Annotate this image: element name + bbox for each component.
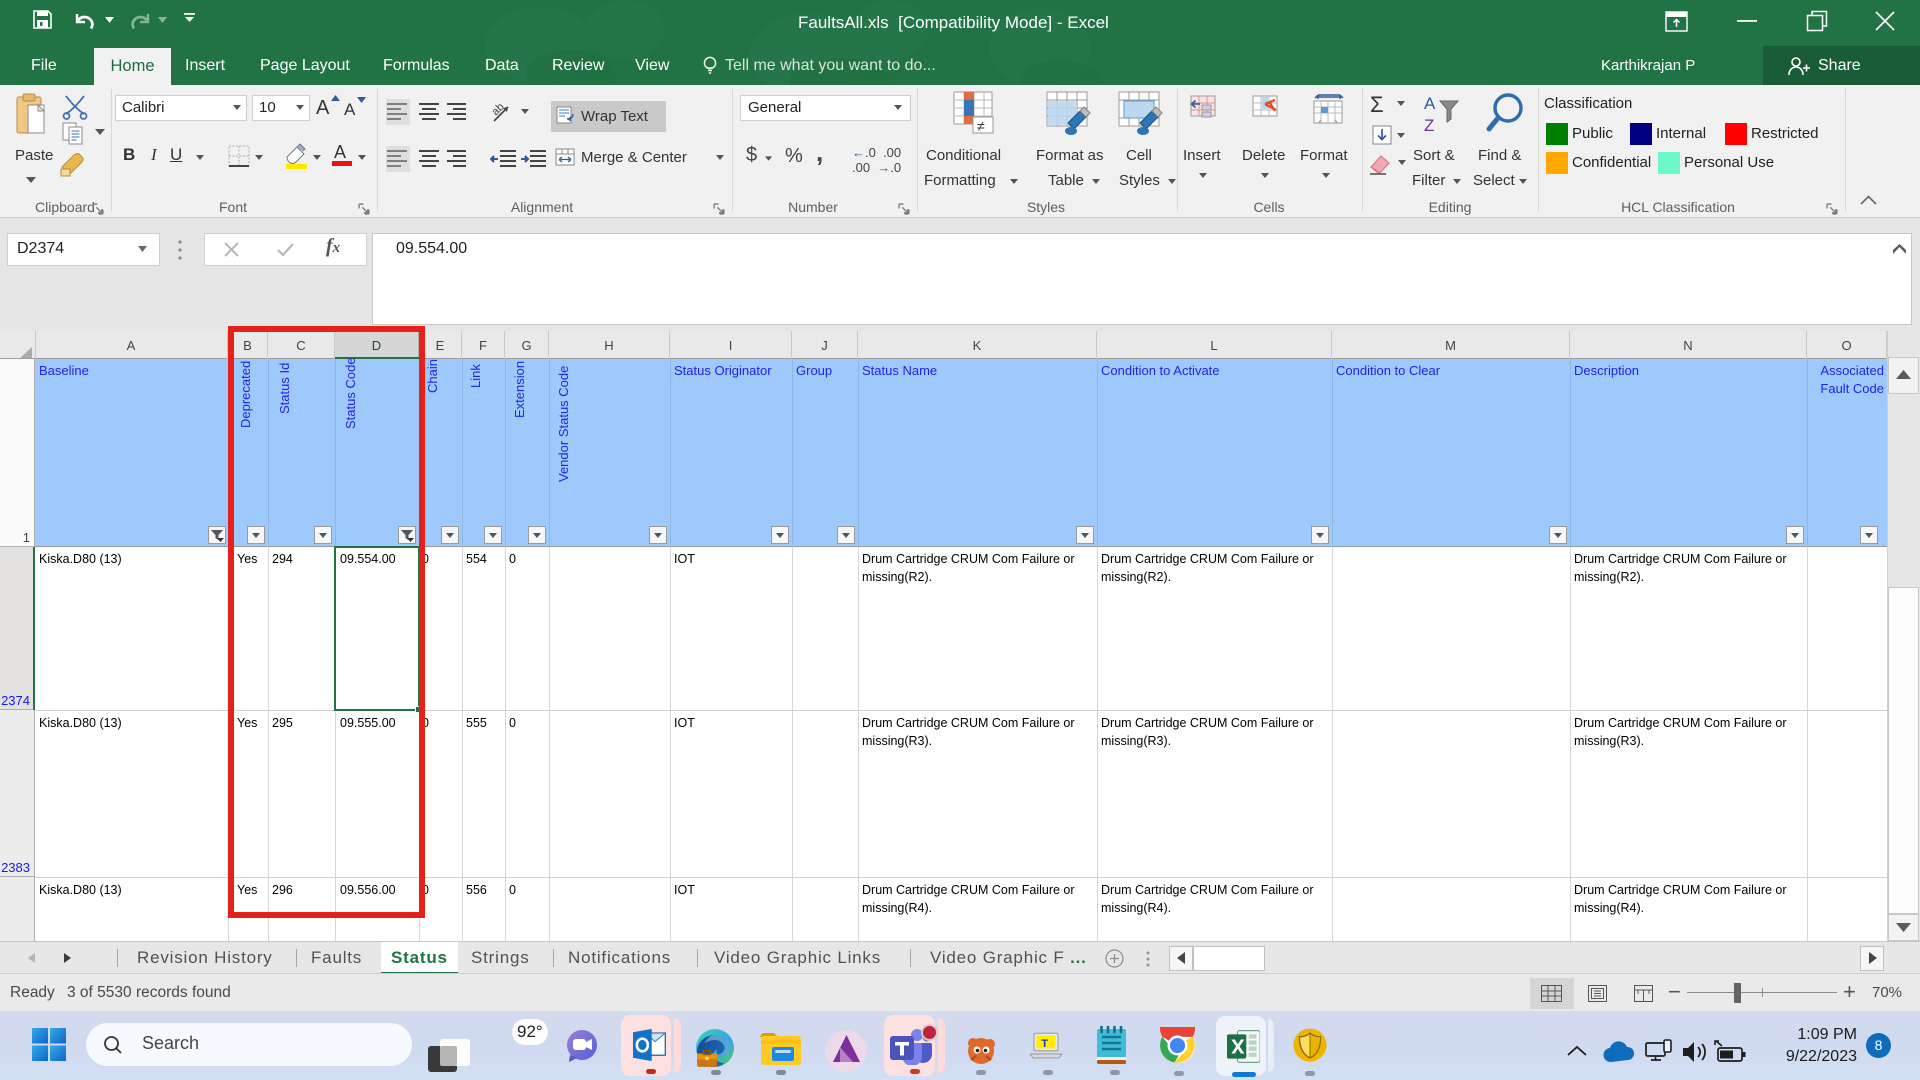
svg-text:ab: ab (492, 101, 507, 118)
svg-text:Z: Z (1424, 116, 1434, 135)
svg-text:A: A (1424, 94, 1436, 113)
svg-text:T: T (1041, 1038, 1048, 1050)
svg-text:≠: ≠ (977, 118, 985, 134)
